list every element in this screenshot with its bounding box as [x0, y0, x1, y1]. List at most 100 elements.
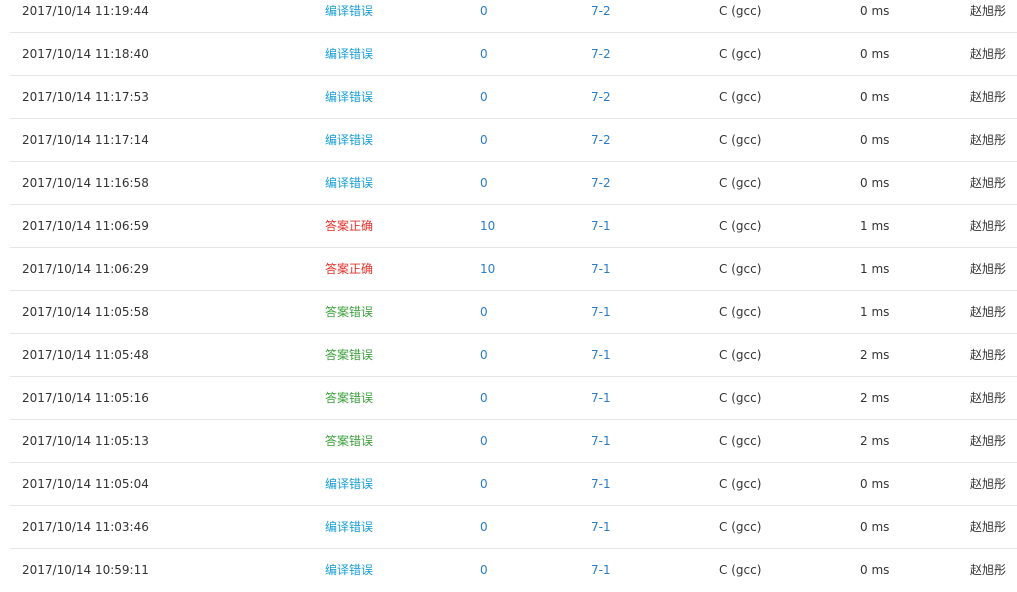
table-row: 2017/10/14 10:59:11 编译错误 0 7-1 C (gcc) 0… [10, 549, 1017, 592]
score-link[interactable]: 0 [480, 76, 488, 119]
user-name: 赵旭彤 [970, 434, 1007, 448]
submit-time: 2017/10/14 10:59:11 [22, 563, 149, 577]
table-row: 2017/10/14 11:06:59 答案正确 10 7-1 C (gcc) … [10, 205, 1017, 248]
user-name: 赵旭彤 [970, 176, 1007, 190]
submit-time: 2017/10/14 11:17:53 [22, 90, 149, 104]
time-used: 0 ms [860, 47, 890, 61]
problem-link[interactable]: 7-1 [591, 549, 611, 592]
status-link[interactable]: 编译错误 [325, 33, 373, 76]
problem-link[interactable]: 7-1 [591, 205, 611, 248]
language: C (gcc) [719, 434, 762, 448]
status-link[interactable]: 编译错误 [325, 549, 373, 592]
score-link[interactable]: 0 [480, 334, 488, 377]
status-link[interactable]: 编译错误 [325, 162, 373, 205]
submit-time: 2017/10/14 11:06:59 [22, 219, 149, 233]
status-link[interactable]: 答案正确 [325, 248, 373, 291]
score-link[interactable]: 0 [480, 463, 488, 506]
submit-time: 2017/10/14 11:05:04 [22, 477, 149, 491]
submit-time: 2017/10/14 11:05:16 [22, 391, 149, 405]
submit-time: 2017/10/14 11:06:29 [22, 262, 149, 276]
status-link[interactable]: 编译错误 [325, 506, 373, 549]
problem-link[interactable]: 7-1 [591, 291, 611, 334]
score-link[interactable]: 0 [480, 33, 488, 76]
problem-link[interactable]: 7-1 [591, 463, 611, 506]
status-link[interactable]: 答案错误 [325, 377, 373, 420]
time-used: 0 ms [860, 4, 890, 18]
language: C (gcc) [719, 4, 762, 18]
table-row: 2017/10/14 11:03:46 编译错误 0 7-1 C (gcc) 0… [10, 506, 1017, 549]
language: C (gcc) [719, 133, 762, 147]
language: C (gcc) [719, 477, 762, 491]
user-name: 赵旭彤 [970, 391, 1007, 405]
user-name: 赵旭彤 [970, 305, 1007, 319]
user-name: 赵旭彤 [970, 47, 1007, 61]
table-row: 2017/10/14 11:16:58 编译错误 0 7-2 C (gcc) 0… [10, 162, 1017, 205]
user-name: 赵旭彤 [970, 520, 1007, 534]
language: C (gcc) [719, 520, 762, 534]
score-link[interactable]: 0 [480, 506, 488, 549]
submissions-table: 2017/10/14 11:19:44 编译错误 0 7-2 C (gcc) 0… [10, 0, 1017, 592]
status-link[interactable]: 答案正确 [325, 205, 373, 248]
status-link[interactable]: 答案错误 [325, 420, 373, 463]
table-row: 2017/10/14 11:17:14 编译错误 0 7-2 C (gcc) 0… [10, 119, 1017, 162]
table-row: 2017/10/14 11:06:29 答案正确 10 7-1 C (gcc) … [10, 248, 1017, 291]
language: C (gcc) [719, 176, 762, 190]
problem-link[interactable]: 7-2 [591, 162, 611, 205]
time-used: 1 ms [860, 262, 890, 276]
score-link[interactable]: 0 [480, 291, 488, 334]
language: C (gcc) [719, 348, 762, 362]
problem-link[interactable]: 7-2 [591, 119, 611, 162]
problem-link[interactable]: 7-2 [591, 33, 611, 76]
problem-link[interactable]: 7-1 [591, 377, 611, 420]
time-used: 0 ms [860, 133, 890, 147]
problem-link[interactable]: 7-1 [591, 248, 611, 291]
status-link[interactable]: 答案错误 [325, 334, 373, 377]
time-used: 2 ms [860, 391, 890, 405]
problem-link[interactable]: 7-1 [591, 506, 611, 549]
status-link[interactable]: 编译错误 [325, 76, 373, 119]
status-link[interactable]: 编译错误 [325, 119, 373, 162]
user-name: 赵旭彤 [970, 219, 1007, 233]
problem-link[interactable]: 7-2 [591, 0, 611, 33]
score-link[interactable]: 0 [480, 119, 488, 162]
language: C (gcc) [719, 90, 762, 104]
language: C (gcc) [719, 563, 762, 577]
problem-link[interactable]: 7-1 [591, 420, 611, 463]
score-link[interactable]: 0 [480, 549, 488, 592]
language: C (gcc) [719, 305, 762, 319]
submit-time: 2017/10/14 11:05:58 [22, 305, 149, 319]
status-link[interactable]: 编译错误 [325, 0, 373, 33]
time-used: 2 ms [860, 434, 890, 448]
score-link[interactable]: 10 [480, 205, 495, 248]
user-name: 赵旭彤 [970, 348, 1007, 362]
problem-link[interactable]: 7-1 [591, 334, 611, 377]
time-used: 1 ms [860, 219, 890, 233]
status-link[interactable]: 编译错误 [325, 463, 373, 506]
language: C (gcc) [719, 262, 762, 276]
table-row: 2017/10/14 11:05:13 答案错误 0 7-1 C (gcc) 2… [10, 420, 1017, 463]
time-used: 0 ms [860, 90, 890, 104]
table-row: 2017/10/14 11:05:16 答案错误 0 7-1 C (gcc) 2… [10, 377, 1017, 420]
score-link[interactable]: 0 [480, 377, 488, 420]
language: C (gcc) [719, 47, 762, 61]
time-used: 0 ms [860, 520, 890, 534]
score-link[interactable]: 0 [480, 162, 488, 205]
table-row: 2017/10/14 11:18:40 编译错误 0 7-2 C (gcc) 0… [10, 33, 1017, 76]
user-name: 赵旭彤 [970, 90, 1007, 104]
table-row: 2017/10/14 11:19:44 编译错误 0 7-2 C (gcc) 0… [10, 0, 1017, 33]
score-link[interactable]: 0 [480, 420, 488, 463]
score-link[interactable]: 0 [480, 0, 488, 33]
submit-time: 2017/10/14 11:18:40 [22, 47, 149, 61]
score-link[interactable]: 10 [480, 248, 495, 291]
user-name: 赵旭彤 [970, 4, 1007, 18]
user-name: 赵旭彤 [970, 563, 1007, 577]
language: C (gcc) [719, 391, 762, 405]
table-row: 2017/10/14 11:17:53 编译错误 0 7-2 C (gcc) 0… [10, 76, 1017, 119]
time-used: 0 ms [860, 176, 890, 190]
user-name: 赵旭彤 [970, 262, 1007, 276]
problem-link[interactable]: 7-2 [591, 76, 611, 119]
table-row: 2017/10/14 11:05:48 答案错误 0 7-1 C (gcc) 2… [10, 334, 1017, 377]
table-row: 2017/10/14 11:05:04 编译错误 0 7-1 C (gcc) 0… [10, 463, 1017, 506]
status-link[interactable]: 答案错误 [325, 291, 373, 334]
submit-time: 2017/10/14 11:03:46 [22, 520, 149, 534]
